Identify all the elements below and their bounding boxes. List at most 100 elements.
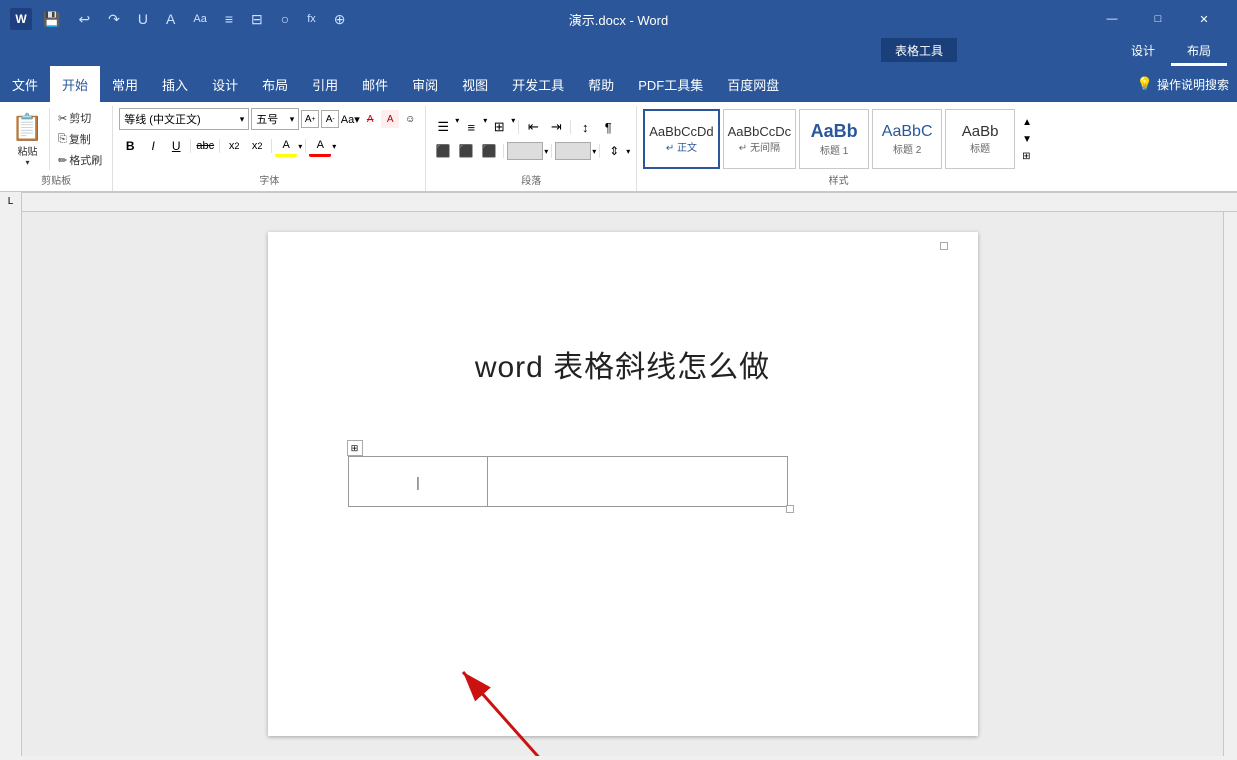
font-color-a-button[interactable]: A bbox=[381, 110, 399, 128]
ruler-ticks bbox=[22, 192, 1237, 212]
format-painter-button[interactable]: ✏ 格式刷 bbox=[54, 150, 106, 170]
emoji-button[interactable]: ☺ bbox=[401, 110, 419, 128]
ol-arrow[interactable]: ▾ bbox=[483, 116, 487, 138]
styles-down[interactable]: ▼ bbox=[1020, 132, 1034, 147]
right-scrollbar[interactable] bbox=[1223, 212, 1237, 756]
subscript-button[interactable]: x2 bbox=[223, 135, 245, 157]
bold-button[interactable]: B bbox=[119, 135, 141, 157]
help-search-btn[interactable]: 💡 操作说明搜索 bbox=[1129, 66, 1237, 102]
menu-developer[interactable]: 开发工具 bbox=[500, 66, 576, 102]
menu-file[interactable]: 文件 bbox=[0, 66, 50, 102]
circle-quick-btn[interactable]: ○ bbox=[276, 9, 294, 29]
document-heading[interactable]: word 表格斜线怎么做 bbox=[348, 342, 898, 386]
table-resize-handle[interactable] bbox=[786, 505, 794, 513]
paste-button[interactable]: 📋 粘贴 ▾ bbox=[6, 108, 50, 170]
table-cell-1-1[interactable]: | bbox=[348, 457, 488, 507]
font-color-button[interactable]: A bbox=[309, 135, 331, 157]
fx-quick-btn[interactable]: fx bbox=[302, 11, 321, 27]
italic-button[interactable]: I bbox=[142, 135, 164, 157]
more-quick-btn[interactable]: ⊕ bbox=[329, 9, 351, 30]
unordered-list-button[interactable]: ☰ bbox=[432, 116, 454, 138]
style-normal[interactable]: AaBbCcDd ↵ 正文 bbox=[643, 109, 719, 169]
ruler-area: L bbox=[0, 192, 1237, 212]
menu-review[interactable]: 审阅 bbox=[400, 66, 450, 102]
superscript-button[interactable]: x2 bbox=[246, 135, 268, 157]
para-divider-3 bbox=[503, 144, 504, 158]
multilevel-list-button[interactable]: ⊞ bbox=[488, 116, 510, 138]
font-color-arrow[interactable]: ▾ bbox=[332, 142, 336, 151]
indent-quick-btn[interactable]: ⊟ bbox=[246, 9, 268, 30]
underline-quick-btn[interactable]: U bbox=[133, 9, 153, 29]
styles-up[interactable]: ▲ bbox=[1020, 115, 1034, 130]
cut-button[interactable]: ✂ 剪切 bbox=[54, 108, 106, 128]
menu-references[interactable]: 引用 bbox=[300, 66, 350, 102]
copy-button[interactable]: ⎘ 复制 bbox=[54, 129, 106, 149]
menu-insert[interactable]: 插入 bbox=[150, 66, 200, 102]
menu-help[interactable]: 帮助 bbox=[576, 66, 626, 102]
align-right-button[interactable]: ⬛ bbox=[478, 140, 500, 162]
paragraph-group: ☰ ▾ ≡ ▾ ⊞ ▾ ⇤ ⇥ ↕ ¶ ⬛ ⬛ ⬛ bbox=[426, 106, 637, 191]
style-nospace-label: ↵ 无间隔 bbox=[739, 139, 780, 154]
title-bar: W 💾 ↩ ↷ U A Aa ≡ ⊟ ○ fx ⊕ 演示.docx - Word… bbox=[0, 0, 1237, 38]
strikethrough-button[interactable]: abc bbox=[194, 135, 216, 157]
align-left-button[interactable]: ⬛ bbox=[432, 140, 454, 162]
ml-arrow[interactable]: ▾ bbox=[511, 116, 515, 138]
styles-more[interactable]: ⊞ bbox=[1020, 149, 1034, 164]
highlight-arrow[interactable]: ▾ bbox=[298, 142, 302, 151]
underline-button[interactable]: U bbox=[165, 135, 187, 157]
paste-arrow: ▾ bbox=[25, 158, 29, 167]
style-heading1[interactable]: AaBb 标题 1 bbox=[799, 109, 869, 169]
increase-indent-button[interactable]: ⇥ bbox=[545, 116, 567, 138]
border-button[interactable] bbox=[555, 142, 591, 160]
document-area[interactable]: word 表格斜线怎么做 ⊞ | bbox=[22, 212, 1223, 756]
close-button[interactable]: ✕ bbox=[1181, 0, 1227, 38]
document-table[interactable]: | bbox=[348, 456, 788, 507]
font-shrink-button[interactable]: A- bbox=[321, 110, 339, 128]
font-face-selector[interactable]: 等线 (中文正文) ▾ bbox=[119, 108, 249, 130]
ruler-corner[interactable]: L bbox=[0, 192, 22, 212]
font-size-selector[interactable]: 五号 ▾ bbox=[251, 108, 299, 130]
menu-design[interactable]: 设计 bbox=[200, 66, 250, 102]
show-marks-button[interactable]: ¶ bbox=[597, 116, 619, 138]
font-grow-button[interactable]: A+ bbox=[301, 110, 319, 128]
ls-arrow[interactable]: ▾ bbox=[626, 147, 630, 156]
menu-pdf[interactable]: PDF工具集 bbox=[626, 66, 715, 102]
menu-home[interactable]: 开始 bbox=[50, 66, 100, 102]
menu-view[interactable]: 视图 bbox=[450, 66, 500, 102]
menu-common[interactable]: 常用 bbox=[100, 66, 150, 102]
style-no-spacing[interactable]: AaBbCcDc ↵ 无间隔 bbox=[723, 109, 797, 169]
text-highlight-button[interactable]: A bbox=[275, 135, 297, 157]
decrease-indent-button[interactable]: ⇤ bbox=[522, 116, 544, 138]
aa-button[interactable]: Aa▾ bbox=[341, 110, 359, 128]
border-arrow[interactable]: ▾ bbox=[592, 147, 596, 156]
menu-mailings[interactable]: 邮件 bbox=[350, 66, 400, 102]
title-bar-left: W 💾 ↩ ↷ U A Aa ≡ ⊟ ○ fx ⊕ bbox=[10, 8, 351, 30]
sort-button[interactable]: ↕ bbox=[574, 116, 596, 138]
shading-button[interactable] bbox=[507, 142, 543, 160]
align-center-button[interactable]: ⬛ bbox=[455, 140, 477, 162]
clear-format-button[interactable]: A bbox=[361, 110, 379, 128]
style-title[interactable]: AaBb 标题 bbox=[945, 109, 1015, 169]
menu-baidu[interactable]: 百度网盘 bbox=[715, 66, 791, 102]
tab-design[interactable]: 设计 bbox=[1115, 38, 1171, 66]
redo-button[interactable]: ↷ bbox=[103, 9, 125, 30]
ordered-list-button[interactable]: ≡ bbox=[460, 116, 482, 138]
table-tools-label: 表格工具 bbox=[881, 38, 957, 62]
ribbon: 📋 粘贴 ▾ ✂ 剪切 ⎘ 复制 ✏ 格式刷 剪贴板 bbox=[0, 102, 1237, 192]
table-cell-1-2[interactable] bbox=[488, 457, 787, 507]
tab-layout[interactable]: 布局 bbox=[1171, 38, 1227, 66]
maximize-button[interactable]: □ bbox=[1135, 0, 1181, 38]
table-move-handle[interactable]: ⊞ bbox=[347, 440, 363, 456]
style-heading2[interactable]: AaBbC 标题 2 bbox=[872, 109, 942, 169]
ul-arrow[interactable]: ▾ bbox=[455, 116, 459, 138]
menu-layout[interactable]: 布局 bbox=[250, 66, 300, 102]
undo-button[interactable]: ↩ bbox=[73, 9, 95, 30]
line-spacing-button[interactable]: ⇕ bbox=[603, 140, 625, 162]
save-button[interactable]: 💾 bbox=[38, 9, 65, 30]
minimize-button[interactable]: — bbox=[1089, 0, 1135, 38]
aa-quick-btn[interactable]: Aa bbox=[188, 11, 211, 27]
style-boxes: AaBbCcDd ↵ 正文 AaBbCcDc ↵ 无间隔 AaBb 标题 1 A… bbox=[643, 109, 1034, 169]
shading-arrow[interactable]: ▾ bbox=[544, 147, 548, 156]
font-quick-btn[interactable]: A bbox=[161, 9, 180, 29]
list-quick-btn[interactable]: ≡ bbox=[220, 9, 238, 29]
